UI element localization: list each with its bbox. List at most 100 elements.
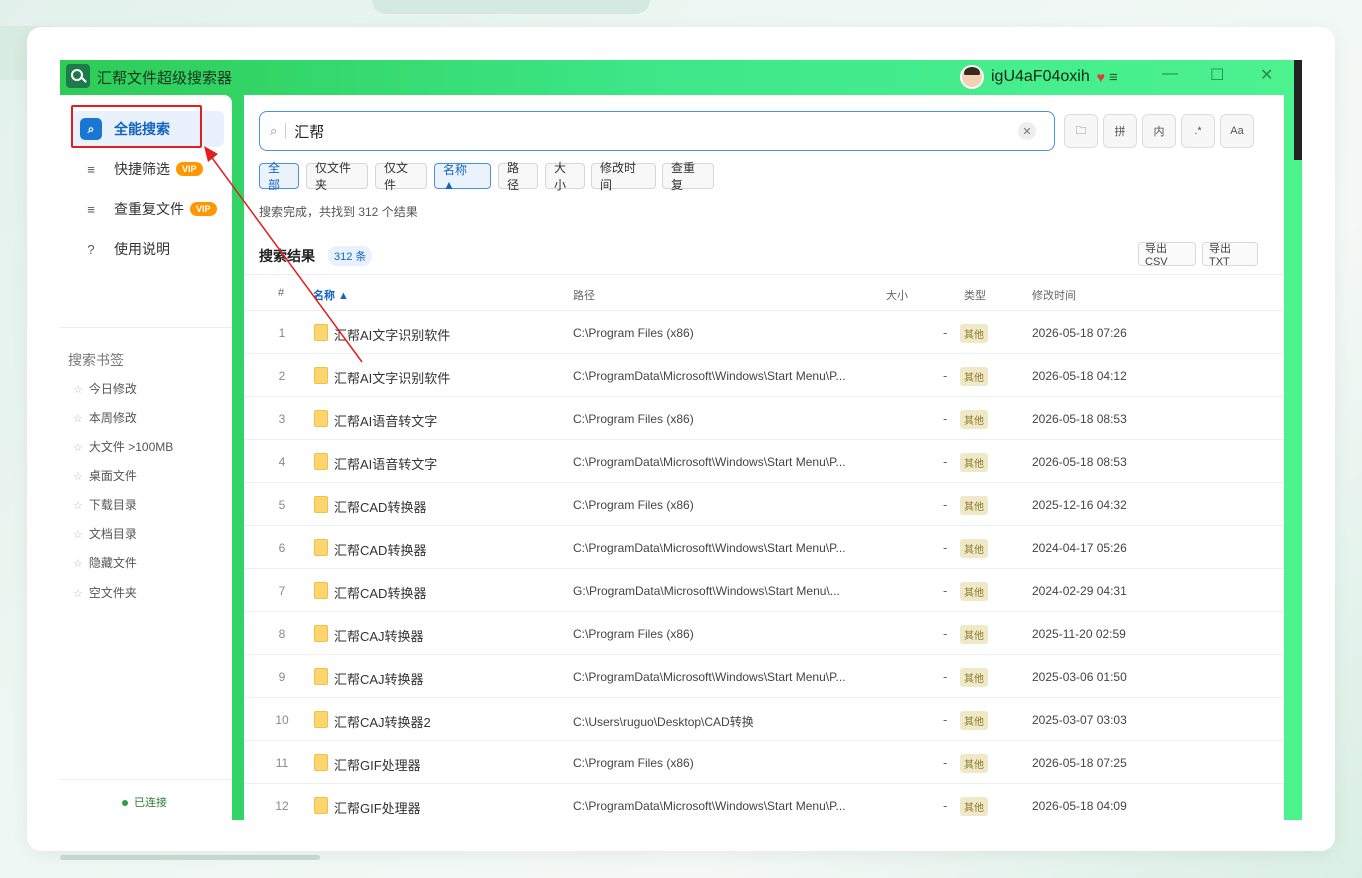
export-txt-button[interactable]: 导出TXT (1202, 242, 1258, 268)
table-row[interactable]: 5 汇帮CAD转换器 C:\Program Files (x86) - 其他 2025-1… (244, 483, 1284, 526)
case-button[interactable]: Aa (1220, 114, 1254, 148)
chip-size[interactable]: 大小 (545, 161, 585, 192)
sidebar-item-duplicates[interactable]: ≡ 查重复文件 VIP (72, 191, 224, 227)
file-name: 汇帮CAJ转换器2 (334, 715, 431, 730)
file-size: - (943, 712, 948, 727)
results-count-badge: 312 条 (328, 246, 373, 266)
bookmark-item[interactable]: ☆ 大文件 >100MB (73, 438, 173, 455)
folder-icon (314, 496, 328, 513)
file-size: - (943, 540, 948, 555)
content-button[interactable]: 内 (1142, 114, 1176, 148)
table-row[interactable]: 4 汇帮AI语音转文字 C:\ProgramData\Microsoft\Windo… (244, 440, 1284, 483)
folder-icon (314, 410, 328, 427)
avatar[interactable] (960, 65, 984, 89)
file-name: 汇帮AI文字识别软件 (334, 328, 451, 343)
bookmarks-title: 搜索书签 (68, 352, 124, 368)
header-time[interactable]: 修改时间 (1032, 287, 1076, 303)
export-csv-button[interactable]: 导出CSV (1138, 242, 1196, 268)
header-num: # (278, 287, 285, 299)
filter-icon: ≡ (87, 161, 95, 177)
pinyin-button[interactable]: 拼 (1103, 114, 1137, 148)
search-box[interactable]: ⌕ ✕ (259, 111, 1055, 151)
type-badge: 其他 (960, 539, 988, 558)
vip-gem-icon: ♥ (1096, 69, 1106, 85)
regex-button[interactable]: .* (1181, 114, 1215, 148)
table-row[interactable]: 2 汇帮AI文字识别软件 C:\ProgramData\Microsoft\Wind… (244, 354, 1284, 397)
table-row[interactable]: 11 汇帮GIF处理器 C:\Program Files (x86) - 其他 2026-… (244, 741, 1284, 784)
bookmark-item[interactable]: ☆ 空文件夹 (73, 584, 137, 601)
file-name: 汇帮CAD转换器 (334, 543, 427, 558)
file-size: - (943, 497, 948, 512)
maximize-button[interactable]: ☐ (1210, 65, 1224, 85)
table-row[interactable]: 10 汇帮CAJ转换器2 C:\Users\ruguo\Desktop\CAD转换 -… (244, 698, 1284, 741)
table-row[interactable]: 3 汇帮AI语音转文字 C:\Program Files (x86) - 其他 2026-… (244, 397, 1284, 440)
modified-time: 2025-12-16 04:32 (1032, 498, 1127, 512)
bookmark-item[interactable]: ☆ 桌面文件 (73, 467, 137, 484)
bookmark-item[interactable]: ☆ 下载目录 (73, 496, 137, 513)
file-name: 汇帮AI语音转文字 (334, 414, 438, 429)
table-body: 1 汇帮AI文字识别软件 C:\Program Files (x86) - 其他 2026… (244, 311, 1284, 820)
chip-name-sort[interactable]: 名称 ▲ (434, 163, 491, 192)
background-bar (60, 855, 320, 860)
table-row[interactable]: 1 汇帮AI文字识别软件 C:\Program Files (x86) - 其他 2026… (244, 311, 1284, 354)
menu-icon[interactable]: ≡ (1109, 69, 1118, 86)
header-name[interactable]: 名称 ▲ (313, 287, 349, 303)
modified-time: 2026-05-18 04:09 (1032, 799, 1127, 813)
file-name: 汇帮AI文字识别软件 (334, 371, 451, 386)
file-path: C:\ProgramData\Microsoft\Windows\Start M… (573, 670, 846, 684)
bookmark-item[interactable]: ☆ 本周修改 (73, 409, 137, 426)
bookmark-item[interactable]: ☆ 隐藏文件 (73, 554, 137, 571)
type-badge: 其他 (960, 754, 988, 773)
chip-all[interactable]: 全部 (259, 161, 299, 192)
row-number: 4 (278, 455, 286, 469)
sidebar-item-help[interactable]: ? 使用说明 (72, 231, 224, 267)
header-size[interactable]: 大小 (886, 287, 908, 303)
table-row[interactable]: 7 汇帮CAD转换器 G:\ProgramData\Microsoft\Window… (244, 569, 1284, 612)
folder-icon (314, 625, 328, 642)
type-badge: 其他 (960, 582, 988, 601)
bookmark-label: 今日修改 (88, 382, 137, 396)
chip-files[interactable]: 仅文件 (375, 161, 427, 192)
bookmark-item[interactable]: ☆ 今日修改 (73, 380, 137, 397)
search-input[interactable] (294, 122, 995, 140)
clear-icon[interactable]: ✕ (1018, 122, 1036, 140)
row-number: 3 (278, 412, 286, 426)
file-name: 汇帮GIF处理器 (334, 801, 421, 816)
chip-folders[interactable]: 仅文件夹 (306, 161, 368, 192)
type-badge: 其他 (960, 496, 988, 515)
file-path: C:\Program Files (x86) (573, 627, 694, 641)
vip-badge: VIP (190, 202, 217, 216)
user-name[interactable]: igU4aF04oxih (991, 68, 1090, 86)
chip-duplicates[interactable]: 查重复 (662, 161, 714, 192)
sidebar-item-quick-filter[interactable]: ≡ 快捷筛选 VIP (72, 151, 224, 187)
file-path: G:\ProgramData\Microsoft\Windows\Start M… (573, 584, 840, 598)
table-row[interactable]: 12 汇帮GIF处理器 C:\ProgramData\Microsoft\Windo… (244, 784, 1284, 820)
header-type[interactable]: 类型 (964, 287, 986, 303)
folder-icon (314, 539, 328, 556)
type-badge: 其他 (960, 711, 988, 730)
chip-modified-time[interactable]: 修改时间 (591, 161, 656, 192)
vip-badge: VIP (176, 162, 203, 176)
user-area[interactable]: igU4aF04oxih ♥ ≡ (960, 65, 1118, 89)
help-icon: ? (87, 241, 95, 257)
bookmark-label: 文档目录 (88, 527, 137, 541)
bookmark-label: 空文件夹 (88, 586, 137, 600)
minimize-button[interactable]: — (1162, 65, 1178, 83)
star-icon: ☆ (73, 471, 83, 483)
file-size: - (943, 798, 948, 813)
table-row[interactable]: 6 汇帮CAD转换器 C:\ProgramData\Microsoft\Window… (244, 526, 1284, 569)
file-path: C:\ProgramData\Microsoft\Windows\Start M… (573, 799, 846, 813)
bookmark-item[interactable]: ☆ 文档目录 (73, 525, 137, 542)
file-name: 汇帮GIF处理器 (334, 758, 421, 773)
header-path[interactable]: 路径 (573, 287, 595, 303)
close-button[interactable]: ✕ (1260, 65, 1273, 85)
star-icon: ☆ (73, 588, 83, 600)
status-label: 已连接 (134, 797, 167, 809)
bookmark-label: 隐藏文件 (88, 556, 137, 570)
table-row[interactable]: 8 汇帮CAJ转换器 C:\Program Files (x86) - 其他 2025-1… (244, 612, 1284, 655)
file-size: - (943, 583, 948, 598)
folder-icon[interactable]: 🗀 (1064, 114, 1098, 148)
file-path: C:\ProgramData\Microsoft\Windows\Start M… (573, 369, 846, 383)
chip-path[interactable]: 路径 (498, 161, 538, 192)
table-row[interactable]: 9 汇帮CAJ转换器 C:\ProgramData\Microsoft\Window… (244, 655, 1284, 698)
